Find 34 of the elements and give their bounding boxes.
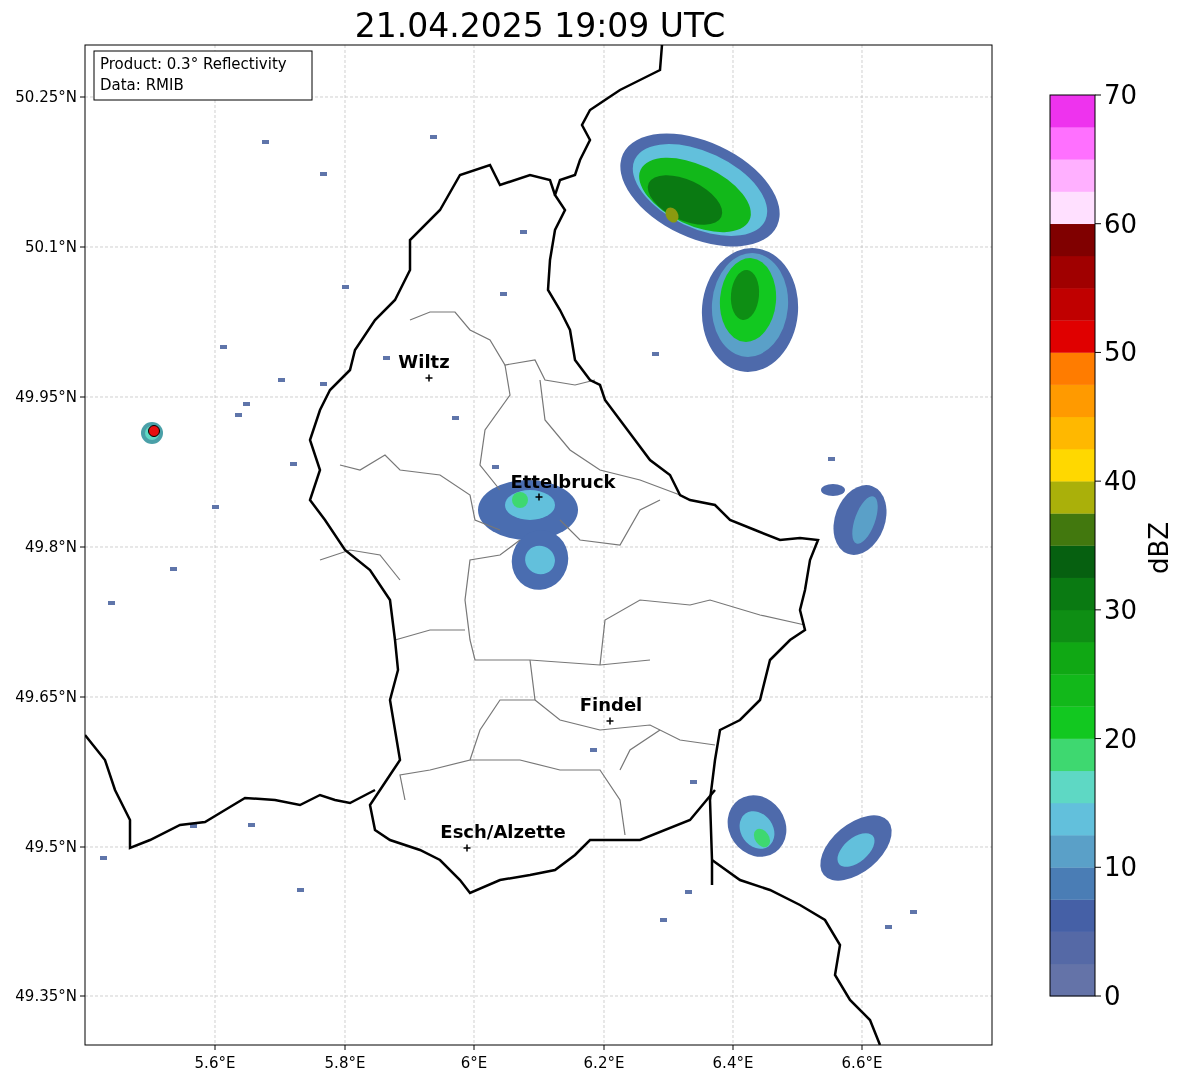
city-marker-icon xyxy=(424,373,434,383)
colorbar-label: dBZ xyxy=(1144,521,1174,575)
latitude-label: 49.8°N xyxy=(24,538,77,556)
radar-site-icon xyxy=(148,425,160,437)
colorbar-tick-label: 70 xyxy=(1104,80,1138,110)
info-text: Data: RMIB xyxy=(100,76,184,94)
colorbar-tick-label: 10 xyxy=(1104,852,1138,883)
latitude-label: 49.35°N xyxy=(15,987,77,1005)
city-label: Findel xyxy=(579,694,643,715)
colorbar-tick-label: 30 xyxy=(1104,594,1138,625)
chart-title: 21.04.2025 19:09 UTC xyxy=(354,6,726,45)
city-marker-icon xyxy=(462,843,472,853)
city-label: Esch/Alzette xyxy=(440,821,566,842)
city-marker-icon xyxy=(605,716,615,726)
longitude-label: 5.6°E xyxy=(194,1054,236,1072)
colorbar-tick-label: 0 xyxy=(1104,981,1121,1011)
longitude-label: 6.2°E xyxy=(583,1054,625,1072)
city-label: Ettelbruck xyxy=(510,471,616,492)
colorbar-tick-label: 60 xyxy=(1104,208,1138,239)
latitude-label: 50.25°N xyxy=(15,88,77,106)
latitude-label: 49.95°N xyxy=(15,388,77,406)
colorbar-tick-label: 50 xyxy=(1104,337,1138,368)
city-marker-icon xyxy=(534,492,544,502)
info-text: Product: 0.3° Reflectivity xyxy=(100,55,287,73)
latitude-label: 49.65°N xyxy=(15,688,77,706)
latitude-label: 50.1°N xyxy=(24,238,77,256)
longitude-label: 6.4°E xyxy=(712,1054,754,1072)
city-label: Wiltz xyxy=(398,351,450,372)
latitude-label: 49.5°N xyxy=(24,838,77,856)
longitude-label: 6.6°E xyxy=(841,1054,883,1072)
colorbar-tick-label: 20 xyxy=(1104,723,1138,754)
longitude-label: 5.8°E xyxy=(324,1054,366,1072)
longitude-label: 6°E xyxy=(460,1054,488,1072)
colorbar-tick-label: 40 xyxy=(1104,466,1138,497)
